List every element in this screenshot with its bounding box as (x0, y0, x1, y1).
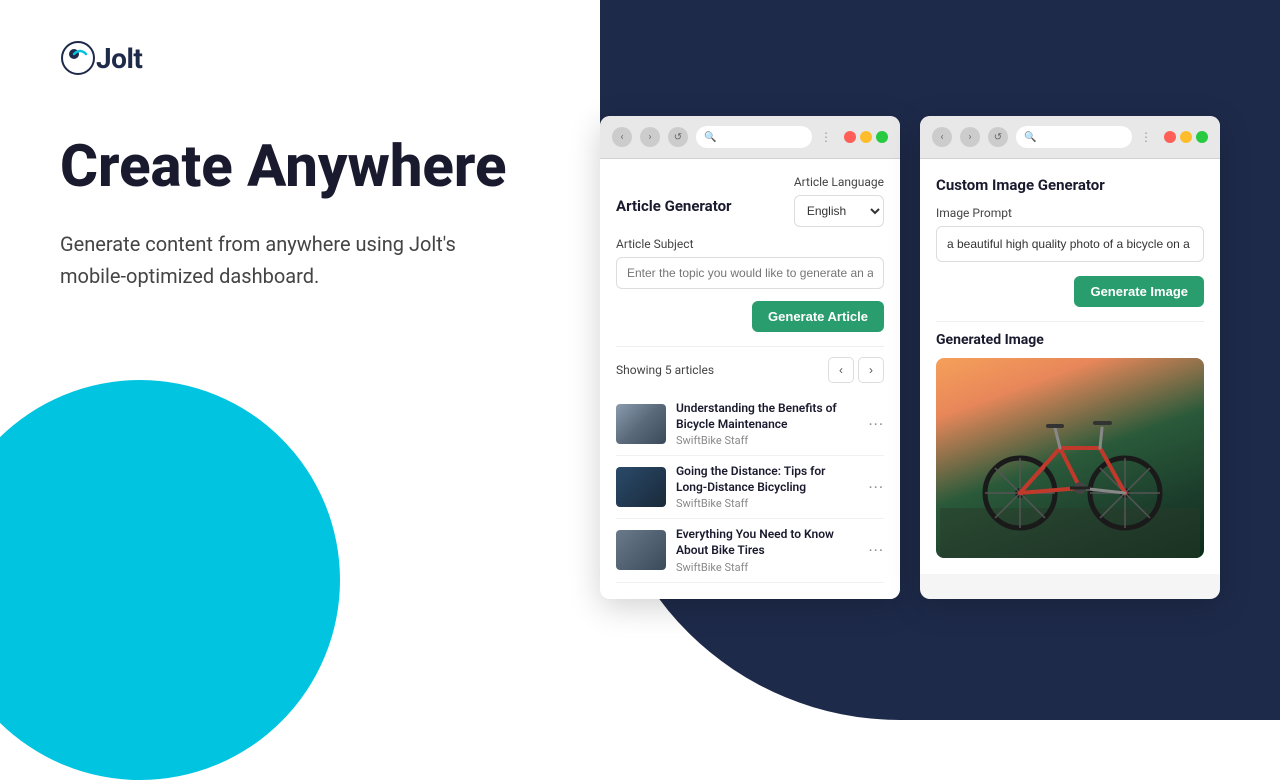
browser-back-btn[interactable]: ‹ (612, 127, 632, 147)
browser-menu-dots-2[interactable]: ⋮ (1140, 130, 1152, 144)
article-subject-input[interactable] (616, 257, 884, 289)
article-item-2[interactable]: Going the Distance: Tips for Long-Distan… (616, 456, 884, 519)
article-title-2: Going the Distance: Tips for Long-Distan… (676, 464, 858, 495)
article-author-1: SwiftBike Staff (676, 434, 858, 447)
pagination: ‹ › (828, 357, 884, 383)
close-btn-1[interactable] (844, 131, 856, 143)
browser-menu-dots-1[interactable]: ⋮ (820, 130, 832, 144)
divider-1 (616, 346, 884, 347)
article-menu-2[interactable]: ··· (868, 478, 884, 497)
articles-count: Showing 5 articles (616, 363, 714, 377)
article-thumb-2 (616, 467, 666, 507)
cyclist-thumbnail (616, 467, 666, 507)
search-icon: 🔍 (704, 132, 716, 143)
prev-page-btn[interactable]: ‹ (828, 357, 854, 383)
article-item-3[interactable]: Everything You Need to Know About Bike T… (616, 519, 884, 582)
article-info-2: Going the Distance: Tips for Long-Distan… (676, 464, 858, 510)
hero-subtitle: Generate content from anywhere using Jol… (60, 228, 480, 292)
browser-refresh-btn-2[interactable]: ↺ (988, 127, 1008, 147)
bicycle-thumbnail-1 (616, 404, 666, 444)
browser-fwd-btn-2[interactable]: › (960, 127, 980, 147)
article-thumb-3 (616, 530, 666, 570)
logo-icon (60, 40, 96, 76)
image-prompt-group: Image Prompt (936, 206, 1204, 262)
traffic-lights-1 (844, 131, 888, 143)
logo-text: Jolt (96, 42, 142, 75)
generated-image-label: Generated Image (936, 332, 1204, 348)
article-title-3: Everything You Need to Know About Bike T… (676, 527, 858, 558)
image-generator-content: Custom Image Generator Image Prompt Gene… (920, 159, 1220, 574)
logo: Jolt (60, 40, 1220, 76)
page-title: Create Anywhere (60, 136, 540, 200)
next-page-btn[interactable]: › (858, 357, 884, 383)
browsers-container: ‹ › ↺ 🔍 ⋮ Article Gen (600, 116, 1220, 599)
tires-thumbnail (616, 530, 666, 570)
language-group: Article Language English (794, 175, 884, 227)
minimize-btn-1[interactable] (860, 131, 872, 143)
article-generator-content: Article Generator Article Language Engli… (600, 159, 900, 599)
generated-image (936, 358, 1204, 558)
browser-refresh-btn[interactable]: ↺ (668, 127, 688, 147)
bicycle-svg (940, 358, 1200, 558)
article-item-1[interactable]: Understanding the Benefits of Bicycle Ma… (616, 393, 884, 456)
maximize-btn-1[interactable] (876, 131, 888, 143)
browser-chrome-2: ‹ › ↺ 🔍 ⋮ (920, 116, 1220, 159)
browser-back-btn-2[interactable]: ‹ (932, 127, 952, 147)
image-generator-title: Custom Image Generator (936, 176, 1105, 194)
article-author-2: SwiftBike Staff (676, 497, 858, 510)
traffic-lights-2 (1164, 131, 1208, 143)
browser-url-bar-1[interactable]: 🔍 (696, 126, 812, 148)
image-generator-browser: ‹ › ↺ 🔍 ⋮ Custom Image Generator (920, 116, 1220, 599)
language-label: Article Language (794, 175, 884, 189)
article-subject-group: Article Subject (616, 237, 884, 289)
generate-image-button[interactable]: Generate Image (1074, 276, 1204, 307)
article-title-1: Understanding the Benefits of Bicycle Ma… (676, 401, 858, 432)
browser-url-bar-2[interactable]: 🔍 (1016, 126, 1132, 148)
article-generator-browser: ‹ › ↺ 🔍 ⋮ Article Gen (600, 116, 900, 599)
article-info-3: Everything You Need to Know About Bike T… (676, 527, 858, 573)
minimize-btn-2[interactable] (1180, 131, 1192, 143)
browser-fwd-btn[interactable]: › (640, 127, 660, 147)
generate-article-button[interactable]: Generate Article (752, 301, 884, 332)
maximize-btn-2[interactable] (1196, 131, 1208, 143)
article-info-1: Understanding the Benefits of Bicycle Ma… (676, 401, 858, 447)
article-menu-3[interactable]: ··· (868, 541, 884, 560)
browser-chrome-1: ‹ › ↺ 🔍 ⋮ (600, 116, 900, 159)
article-author-3: SwiftBike Staff (676, 561, 858, 574)
article-subject-label: Article Subject (616, 237, 884, 251)
close-btn-2[interactable] (1164, 131, 1176, 143)
article-menu-1[interactable]: ··· (868, 415, 884, 434)
divider-2 (936, 321, 1204, 322)
image-prompt-input[interactable] (936, 226, 1204, 262)
search-icon-2: 🔍 (1024, 132, 1036, 143)
articles-header: Showing 5 articles ‹ › (616, 357, 884, 383)
image-prompt-label: Image Prompt (936, 206, 1204, 220)
article-thumb-1 (616, 404, 666, 444)
article-generator-title: Article Generator (616, 197, 732, 215)
language-select[interactable]: English (794, 195, 884, 227)
